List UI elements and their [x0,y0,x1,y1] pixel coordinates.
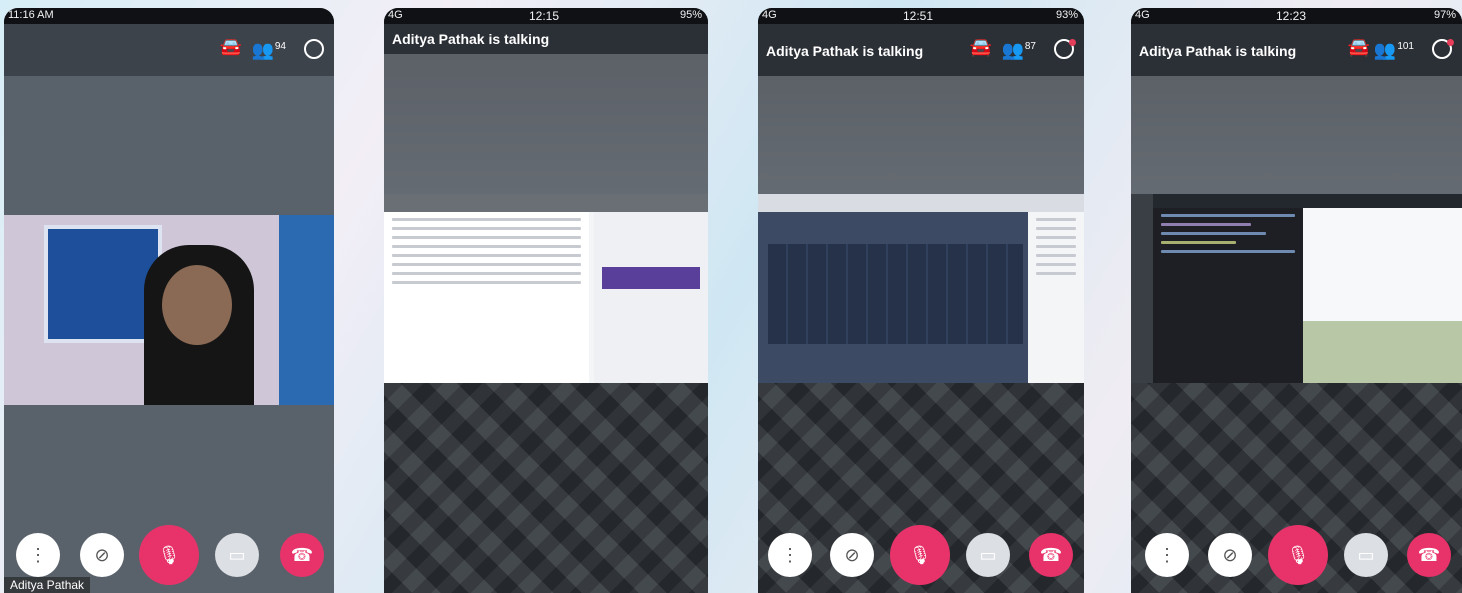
notification-dot [1069,39,1076,46]
shared-photo [1303,321,1462,383]
shared-browser-toolbar [758,194,1084,212]
status-bar: 11:16 AM [4,8,334,24]
status-bar: 4G 12:15 95% [384,8,708,24]
shared-content-left [384,212,589,383]
participants-count: 101 [1397,41,1414,52]
shared-banner [602,267,700,289]
background-pattern [1131,76,1462,194]
phone-screen-4: 4G 12:23 97% Aditya Pathak is talking 🚘 … [1131,8,1462,593]
shared-grid [768,244,1023,344]
shared-browser-toolbar [384,194,708,212]
shared-dock [1131,194,1153,383]
screen-share-icon[interactable]: ▭ [966,533,1010,577]
call-top-bar: Aditya Pathak is talking [384,24,708,54]
more-vertical-icon[interactable]: ⋮ [768,533,812,577]
participants-count: 87 [1024,41,1036,52]
shared-code-editor [1153,208,1303,383]
call-controls: ⋮ ⊘ 🎙 ▭ ☎ [4,525,334,585]
chat-icon[interactable] [304,39,324,59]
background-pattern [758,76,1084,194]
video-off-icon[interactable]: ⊘ [1208,533,1252,577]
status-battery: 97% [1433,9,1456,21]
status-battery: 93% [1055,9,1078,21]
background-pattern [384,54,708,194]
more-vertical-icon[interactable]: ⋮ [16,533,60,577]
call-top-bar: 🚘 👥94 [4,24,334,76]
face-image [162,265,232,345]
status-time: 12:51 [903,9,934,23]
screen-share-icon[interactable]: ▭ [1344,533,1388,577]
mic-off-icon[interactable]: 🎙 [139,525,199,585]
mic-off-icon[interactable]: 🎙 [890,525,950,585]
video-off-icon[interactable]: ⊘ [80,533,124,577]
talking-label: Aditya Pathak is talking [766,43,924,59]
status-carrier: 4G [1135,9,1150,21]
call-top-bar: Aditya Pathak is talking 🚘 👥101 [1131,24,1462,76]
shared-screen [384,194,708,383]
status-carrier: 4G [388,9,403,21]
shared-browser-panel [1303,208,1462,383]
status-carrier: 4G [762,9,777,21]
people-icon[interactable]: 👥101 [1374,38,1414,59]
people-icon[interactable]: 👥87 [1001,38,1036,59]
participants-count: 94 [274,41,286,52]
status-bar: 4G 12:51 93% [758,8,1084,24]
leaf-background [384,383,708,593]
phone-screen-2: 4G 12:15 95% Aditya Pathak is talking [384,8,708,593]
door-image [279,215,334,405]
video-off-icon[interactable]: ⊘ [830,533,874,577]
car-icon[interactable]: 🚘 [1348,38,1370,56]
video-feed [4,215,334,405]
people-icon[interactable]: 👥94 [251,38,286,59]
phone-screen-3: 4G 12:51 93% Aditya Pathak is talking 🚘 … [758,8,1084,593]
hangup-icon[interactable]: ☎ [280,533,324,577]
car-icon[interactable]: 🚘 [220,38,242,56]
shared-screen [1131,194,1462,383]
hangup-icon[interactable]: ☎ [1029,533,1073,577]
status-time: 12:15 [529,9,560,23]
screen-share-icon[interactable]: ▭ [215,533,259,577]
talking-label: Aditya Pathak is talking [392,31,550,47]
car-icon[interactable]: 🚘 [970,38,992,56]
call-top-bar: Aditya Pathak is talking 🚘 👥87 [758,24,1084,76]
shared-content-right [594,212,708,383]
talking-label: Aditya Pathak is talking [1139,43,1297,59]
status-battery: 95% [679,9,702,21]
status-time: 12:23 [1276,9,1307,23]
more-vertical-icon[interactable]: ⋮ [1145,533,1189,577]
call-controls: ⋮ ⊘ 🎙 ▭ ☎ [758,525,1084,585]
shared-screen [758,194,1084,383]
speaker-name-tag: Aditya Pathak [4,577,91,593]
notification-dot [1447,39,1454,46]
status-bar: 4G 12:23 97% [1131,8,1462,24]
phone-screen-1: 11:16 AM 🚘 👥94 ⋮ ⊘ 🎙 ▭ ☎ Aditya Pathak [4,8,334,593]
mic-off-icon[interactable]: 🎙 [1268,525,1328,585]
shared-chat-panel [1028,212,1084,383]
call-controls: ⋮ ⊘ 🎙 ▭ ☎ [1131,525,1462,585]
status-time: 11:16 AM [8,9,54,21]
hangup-icon[interactable]: ☎ [1407,533,1451,577]
